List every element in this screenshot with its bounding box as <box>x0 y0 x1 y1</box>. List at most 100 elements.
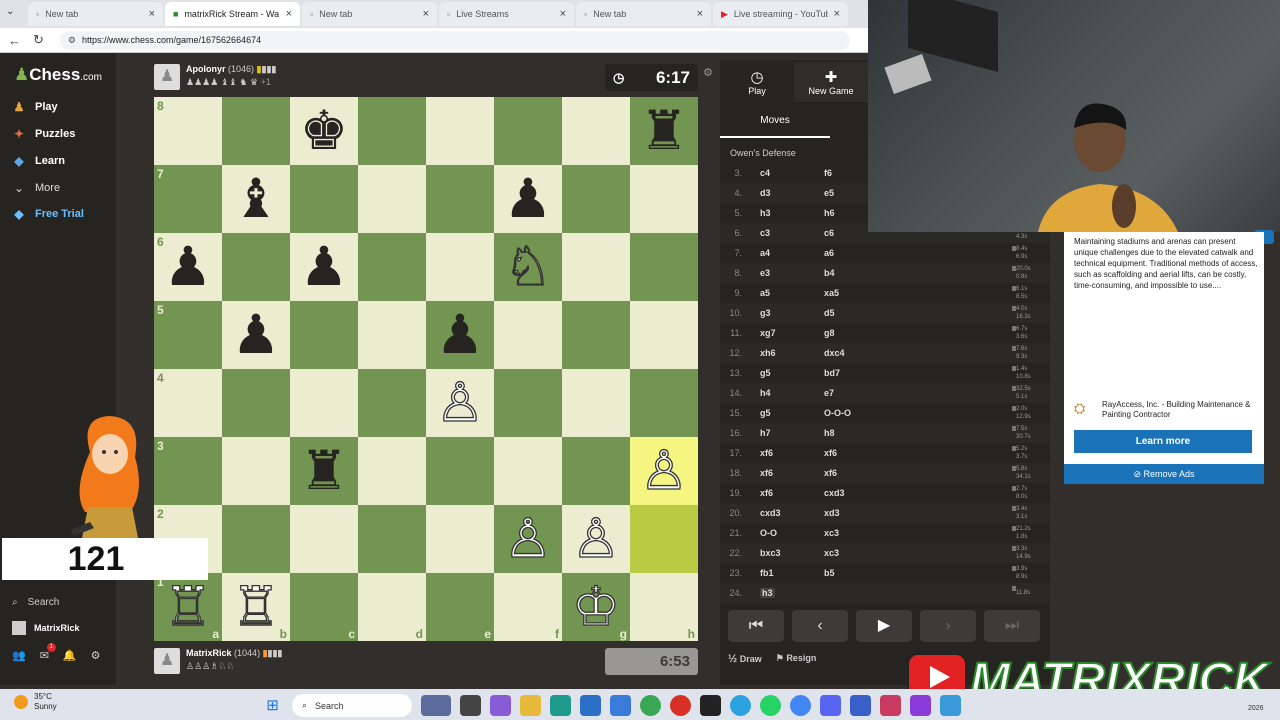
settings-gear-icon[interactable]: ⚙ <box>91 649 101 662</box>
discord-icon[interactable] <box>820 695 841 716</box>
square-g2[interactable]: ♙ <box>562 505 630 573</box>
chess-piece[interactable]: ♟ <box>164 240 212 294</box>
browser-tab[interactable]: ▫ New tab × <box>302 2 437 26</box>
learn-more-button[interactable]: Learn more <box>1074 430 1252 453</box>
square-g5[interactable] <box>562 301 630 369</box>
black-move[interactable]: b4 <box>824 268 944 278</box>
chess-piece[interactable]: ♘ <box>503 239 553 294</box>
chess-piece[interactable]: ♙ <box>503 511 553 566</box>
back-arrow-icon[interactable]: ← <box>8 33 21 48</box>
browser-tab[interactable]: ▫ Live Streams × <box>439 2 574 26</box>
square-e7[interactable] <box>426 165 494 233</box>
close-tab-icon[interactable]: × <box>423 8 429 20</box>
chrome-icon[interactable] <box>640 695 661 716</box>
square-c5[interactable] <box>290 301 358 369</box>
remove-ads-button[interactable]: ⊘ Remove Ads <box>1064 464 1264 484</box>
square-a6[interactable]: 6 ♟ <box>154 233 222 301</box>
square-b5[interactable]: ♟ <box>222 301 290 369</box>
white-move[interactable]: h7 <box>760 428 824 438</box>
next-move-button[interactable]: › <box>920 610 976 642</box>
draw-button[interactable]: ½ Draw <box>728 653 762 665</box>
top-player-name[interactable]: Apolonyr (1046) ▮▮▮▮ <box>186 64 276 75</box>
black-move[interactable]: a6 <box>824 248 944 258</box>
square-e5[interactable]: ♟ <box>426 301 494 369</box>
play-moves-button[interactable]: ▶ <box>856 610 912 642</box>
friends-icon[interactable]: 👥 <box>12 649 26 662</box>
app-icon[interactable] <box>880 695 901 716</box>
black-move[interactable]: xa5 <box>824 288 944 298</box>
tab-play[interactable]: ◷ Play <box>720 62 794 102</box>
black-move[interactable]: bd7 <box>824 368 944 378</box>
mail-app-icon[interactable] <box>610 695 631 716</box>
square-e6[interactable] <box>426 233 494 301</box>
url-field[interactable]: ⚙ https://www.chess.com/game/16756266467… <box>59 30 850 50</box>
white-move[interactable]: cxd3 <box>760 508 824 518</box>
chess-piece[interactable]: ♟ <box>300 240 348 294</box>
white-move[interactable]: xh6 <box>760 348 824 358</box>
square-h8[interactable]: ♜ <box>630 97 698 165</box>
telegram-icon[interactable] <box>730 695 751 716</box>
square-h6[interactable] <box>630 233 698 301</box>
square-c7[interactable] <box>290 165 358 233</box>
sidebar-user[interactable]: MatrixRick <box>12 621 101 635</box>
weather-widget[interactable]: 35°C Sunny <box>14 692 57 712</box>
sidebar-item-free-trial[interactable]: ◆ Free Trial <box>12 207 84 221</box>
white-move[interactable]: xf6 <box>760 448 824 458</box>
square-f1[interactable]: f <box>494 573 562 641</box>
file-explorer-icon[interactable] <box>520 695 541 716</box>
browser-tab[interactable]: ▫ New tab × <box>576 2 711 26</box>
chess-piece[interactable]: ♖ <box>163 579 213 634</box>
square-g3[interactable] <box>562 437 630 505</box>
square-d8[interactable] <box>358 97 426 165</box>
black-move[interactable]: e7 <box>824 388 944 398</box>
white-move[interactable]: c3 <box>760 228 824 238</box>
white-move[interactable]: e3 <box>760 268 824 278</box>
square-f3[interactable] <box>494 437 562 505</box>
square-h1[interactable]: h <box>630 573 698 641</box>
square-a8[interactable]: 8 <box>154 97 222 165</box>
square-f8[interactable] <box>494 97 562 165</box>
square-e8[interactable] <box>426 97 494 165</box>
chess-piece[interactable]: ♔ <box>571 579 621 634</box>
browser-tab[interactable]: ■ matrixRick Stream - Wa × <box>165 2 300 26</box>
bottom-player-name[interactable]: MatrixRick (1044) ▮▮▮▮ <box>186 648 282 659</box>
square-c6[interactable]: ♟ <box>290 233 358 301</box>
white-move[interactable]: xg7 <box>760 328 824 338</box>
square-c1[interactable]: c <box>290 573 358 641</box>
square-c2[interactable] <box>290 505 358 573</box>
black-move[interactable]: xc3 <box>824 528 944 538</box>
chess-piece[interactable]: ♙ <box>639 443 689 498</box>
square-h3[interactable]: ♙ <box>630 437 698 505</box>
square-c4[interactable] <box>290 369 358 437</box>
terminal-icon[interactable] <box>700 695 721 716</box>
tab-new-game[interactable]: ✚ New Game <box>794 62 868 102</box>
square-b8[interactable] <box>222 97 290 165</box>
black-move[interactable]: g8 <box>824 328 944 338</box>
black-move[interactable]: cxd3 <box>824 488 944 498</box>
chess-piece[interactable]: ♚ <box>300 104 348 158</box>
first-move-button[interactable]: ⏮ <box>728 610 784 642</box>
square-g1[interactable]: g ♔ <box>562 573 630 641</box>
square-d3[interactable] <box>358 437 426 505</box>
tab-search-icon[interactable]: ⌄ <box>6 6 14 17</box>
square-c8[interactable]: ♚ <box>290 97 358 165</box>
white-move[interactable]: g5 <box>760 408 824 418</box>
square-b2[interactable] <box>222 505 290 573</box>
square-e3[interactable] <box>426 437 494 505</box>
chess-piece[interactable]: ♝ <box>232 172 280 226</box>
square-b1[interactable]: b ♖ <box>222 573 290 641</box>
chess-piece[interactable]: ♟ <box>504 172 552 226</box>
browser-tab[interactable]: ▶ Live streaming - YouTube St × <box>713 2 848 26</box>
square-h4[interactable] <box>630 369 698 437</box>
square-d2[interactable] <box>358 505 426 573</box>
white-move[interactable]: bxc3 <box>760 548 824 558</box>
mail-icon[interactable]: ✉ 1 <box>40 643 56 662</box>
white-move[interactable]: d3 <box>760 188 824 198</box>
square-f4[interactable] <box>494 369 562 437</box>
ad-company[interactable]: RayAccess, Inc. - Building Maintenance &… <box>1102 400 1260 420</box>
resign-button[interactable]: ⚑ Resign <box>776 653 817 665</box>
site-info-icon[interactable]: ⚙ <box>68 35 76 46</box>
square-c3[interactable]: ♜ <box>290 437 358 505</box>
square-b3[interactable] <box>222 437 290 505</box>
white-move[interactable]: xf6 <box>760 488 824 498</box>
